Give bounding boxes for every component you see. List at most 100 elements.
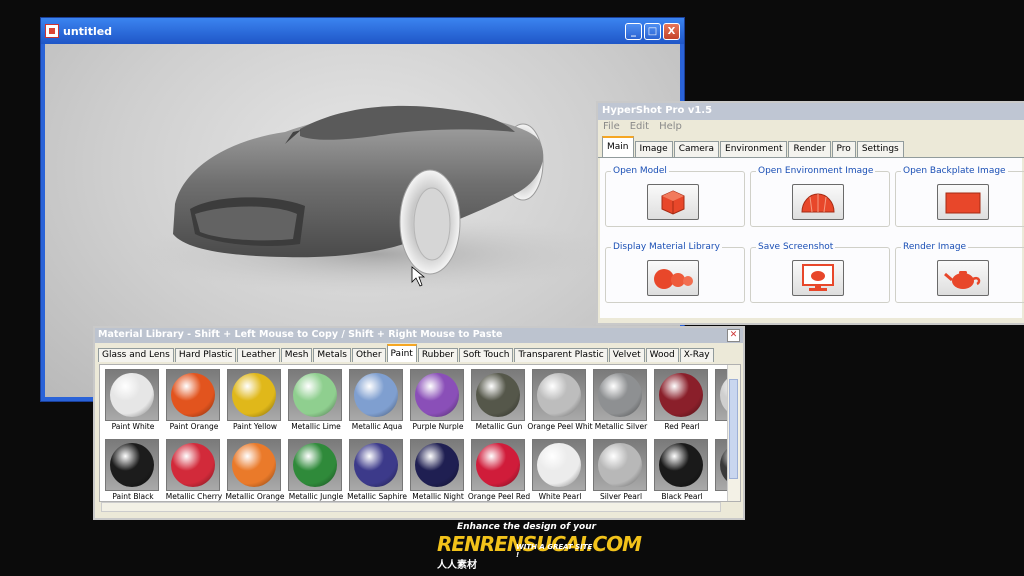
material-name: Paint Orange — [169, 422, 219, 431]
material-swatch[interactable]: White Pearl — [531, 437, 589, 501]
tab-soft-touch[interactable]: Soft Touch — [459, 348, 514, 362]
material-name: Metallic Aqua — [351, 422, 403, 431]
open-model-button[interactable] — [647, 184, 699, 220]
hypershot-title[interactable]: HyperShot Pro v1.5 — [598, 103, 1024, 120]
display-material-library-button[interactable] — [647, 260, 699, 296]
material-sphere — [537, 373, 581, 417]
tab-x-ray[interactable]: X-Ray — [679, 348, 714, 362]
tab-main[interactable]: Main — [602, 136, 634, 157]
tab-other[interactable]: Other — [351, 348, 386, 362]
menu-file[interactable]: File — [603, 121, 620, 135]
material-swatch[interactable]: Paint Black — [104, 437, 162, 501]
dome-icon — [801, 193, 835, 213]
material-name: Metallic Saphire — [347, 492, 407, 501]
material-swatch[interactable]: Red Pearl — [653, 367, 711, 433]
hypershot-main-panel: Open Model Open Environment Image Open B… — [600, 158, 1024, 318]
close-button[interactable]: X — [663, 22, 680, 40]
open-environment-label: Open Environment Image — [756, 166, 876, 176]
swatch-frame — [166, 439, 220, 491]
material-sphere — [659, 373, 703, 417]
material-swatch[interactable]: Paint Orange — [165, 367, 223, 433]
swatch-frame — [349, 369, 403, 421]
material-library-label: Display Material Library — [611, 242, 722, 252]
material-swatch[interactable]: Metallic Saphire — [347, 437, 407, 501]
tab-pro[interactable]: Pro — [831, 141, 856, 157]
material-swatch[interactable]: Paint Yellow — [226, 367, 284, 433]
material-library-titlebar[interactable]: Material Library - Shift + Left Mouse to… — [95, 328, 743, 343]
material-sphere — [354, 373, 398, 417]
menu-edit[interactable]: Edit — [630, 121, 649, 135]
swatch-frame — [471, 439, 525, 491]
minimize-button[interactable]: _ — [625, 22, 642, 40]
render-image-button[interactable] — [937, 260, 989, 296]
open-environment-button[interactable] — [792, 184, 844, 220]
watermark-tagline: Enhance the design of your — [457, 522, 597, 532]
material-swatch[interactable]: Metallic Night — [409, 437, 467, 501]
tab-paint[interactable]: Paint — [386, 344, 417, 362]
material-sphere — [232, 373, 276, 417]
scrollbar-thumb[interactable] — [729, 379, 738, 479]
close-icon[interactable]: ✕ — [727, 329, 740, 342]
material-swatch[interactable]: Metallic Jungle — [287, 437, 345, 501]
material-swatch[interactable]: Metallic Aqua — [348, 367, 406, 433]
open-model-group: Open Model — [605, 166, 747, 227]
material-name: Silver Pearl — [599, 492, 643, 501]
swatch-frame — [227, 369, 281, 421]
tab-hard-plastic[interactable]: Hard Plastic — [174, 348, 237, 362]
render-image-group: Render Image — [895, 242, 1024, 303]
material-sphere — [171, 443, 215, 487]
material-sphere — [598, 443, 642, 487]
material-swatch[interactable]: Orange Peel Red — [468, 437, 530, 501]
menu-help[interactable]: Help — [659, 121, 682, 135]
swatch-frame — [288, 369, 342, 421]
tab-image[interactable]: Image — [634, 141, 673, 157]
swatch-frame — [532, 439, 586, 491]
tab-glass-and-lens[interactable]: Glass and Lens — [98, 348, 174, 362]
material-name: Metallic Orange — [225, 492, 285, 501]
save-screenshot-label: Save Screenshot — [756, 242, 836, 252]
tab-velvet[interactable]: Velvet — [608, 348, 645, 362]
tab-transparent-plastic[interactable]: Transparent Plastic — [514, 348, 608, 362]
material-library-group: Display Material Library — [605, 242, 747, 303]
maximize-button[interactable]: □ — [644, 22, 661, 40]
swatch-frame — [593, 369, 647, 421]
tab-wood[interactable]: Wood — [645, 348, 679, 362]
tab-environment[interactable]: Environment — [720, 141, 788, 157]
vertical-scrollbar[interactable] — [727, 365, 740, 501]
swatch-frame — [105, 369, 159, 421]
horizontal-scrollbar[interactable] — [101, 502, 721, 512]
save-screenshot-button[interactable] — [792, 260, 844, 296]
save-screenshot-group: Save Screenshot — [750, 242, 892, 303]
material-name: Orange Peel Red — [467, 492, 531, 501]
open-backplate-button[interactable] — [937, 184, 989, 220]
tab-metals[interactable]: Metals — [313, 348, 351, 362]
render-image-label: Render Image — [901, 242, 969, 252]
material-swatch[interactable]: Purple Nurple — [409, 367, 467, 433]
material-sphere — [293, 443, 337, 487]
material-swatch[interactable]: Paint White — [104, 367, 162, 433]
tab-camera[interactable]: Camera — [673, 141, 720, 157]
tab-mesh[interactable]: Mesh — [280, 348, 313, 362]
open-backplate-label: Open Backplate Image — [901, 166, 1008, 176]
material-swatch[interactable]: Orange Peel Whit — [527, 367, 593, 433]
render-window-titlebar[interactable]: untitled _ □ X — [41, 18, 684, 44]
material-swatch[interactable]: Metallic Orange — [225, 437, 285, 501]
material-swatch[interactable]: Metallic Silver — [592, 367, 650, 433]
material-swatch[interactable]: Black Pearl — [653, 437, 711, 501]
material-swatch[interactable]: Silver Pearl — [592, 437, 650, 501]
swatch-frame — [532, 369, 586, 421]
tab-rubber[interactable]: Rubber — [417, 348, 459, 362]
material-swatch[interactable]: Metallic Gun — [470, 367, 528, 433]
material-swatch[interactable]: Metallic Lime — [287, 367, 345, 433]
material-name: Metallic Silver — [594, 422, 648, 431]
tab-settings[interactable]: Settings — [856, 141, 904, 157]
window-title: untitled — [63, 24, 113, 38]
material-sphere — [415, 373, 459, 417]
material-sphere — [354, 443, 398, 487]
swatch-frame — [288, 439, 342, 491]
material-sphere — [171, 373, 215, 417]
material-swatch[interactable]: Metallic Cherry — [165, 437, 223, 501]
tab-leather[interactable]: Leather — [237, 348, 280, 362]
cube-icon — [661, 190, 685, 215]
tab-render[interactable]: Render — [788, 141, 831, 157]
